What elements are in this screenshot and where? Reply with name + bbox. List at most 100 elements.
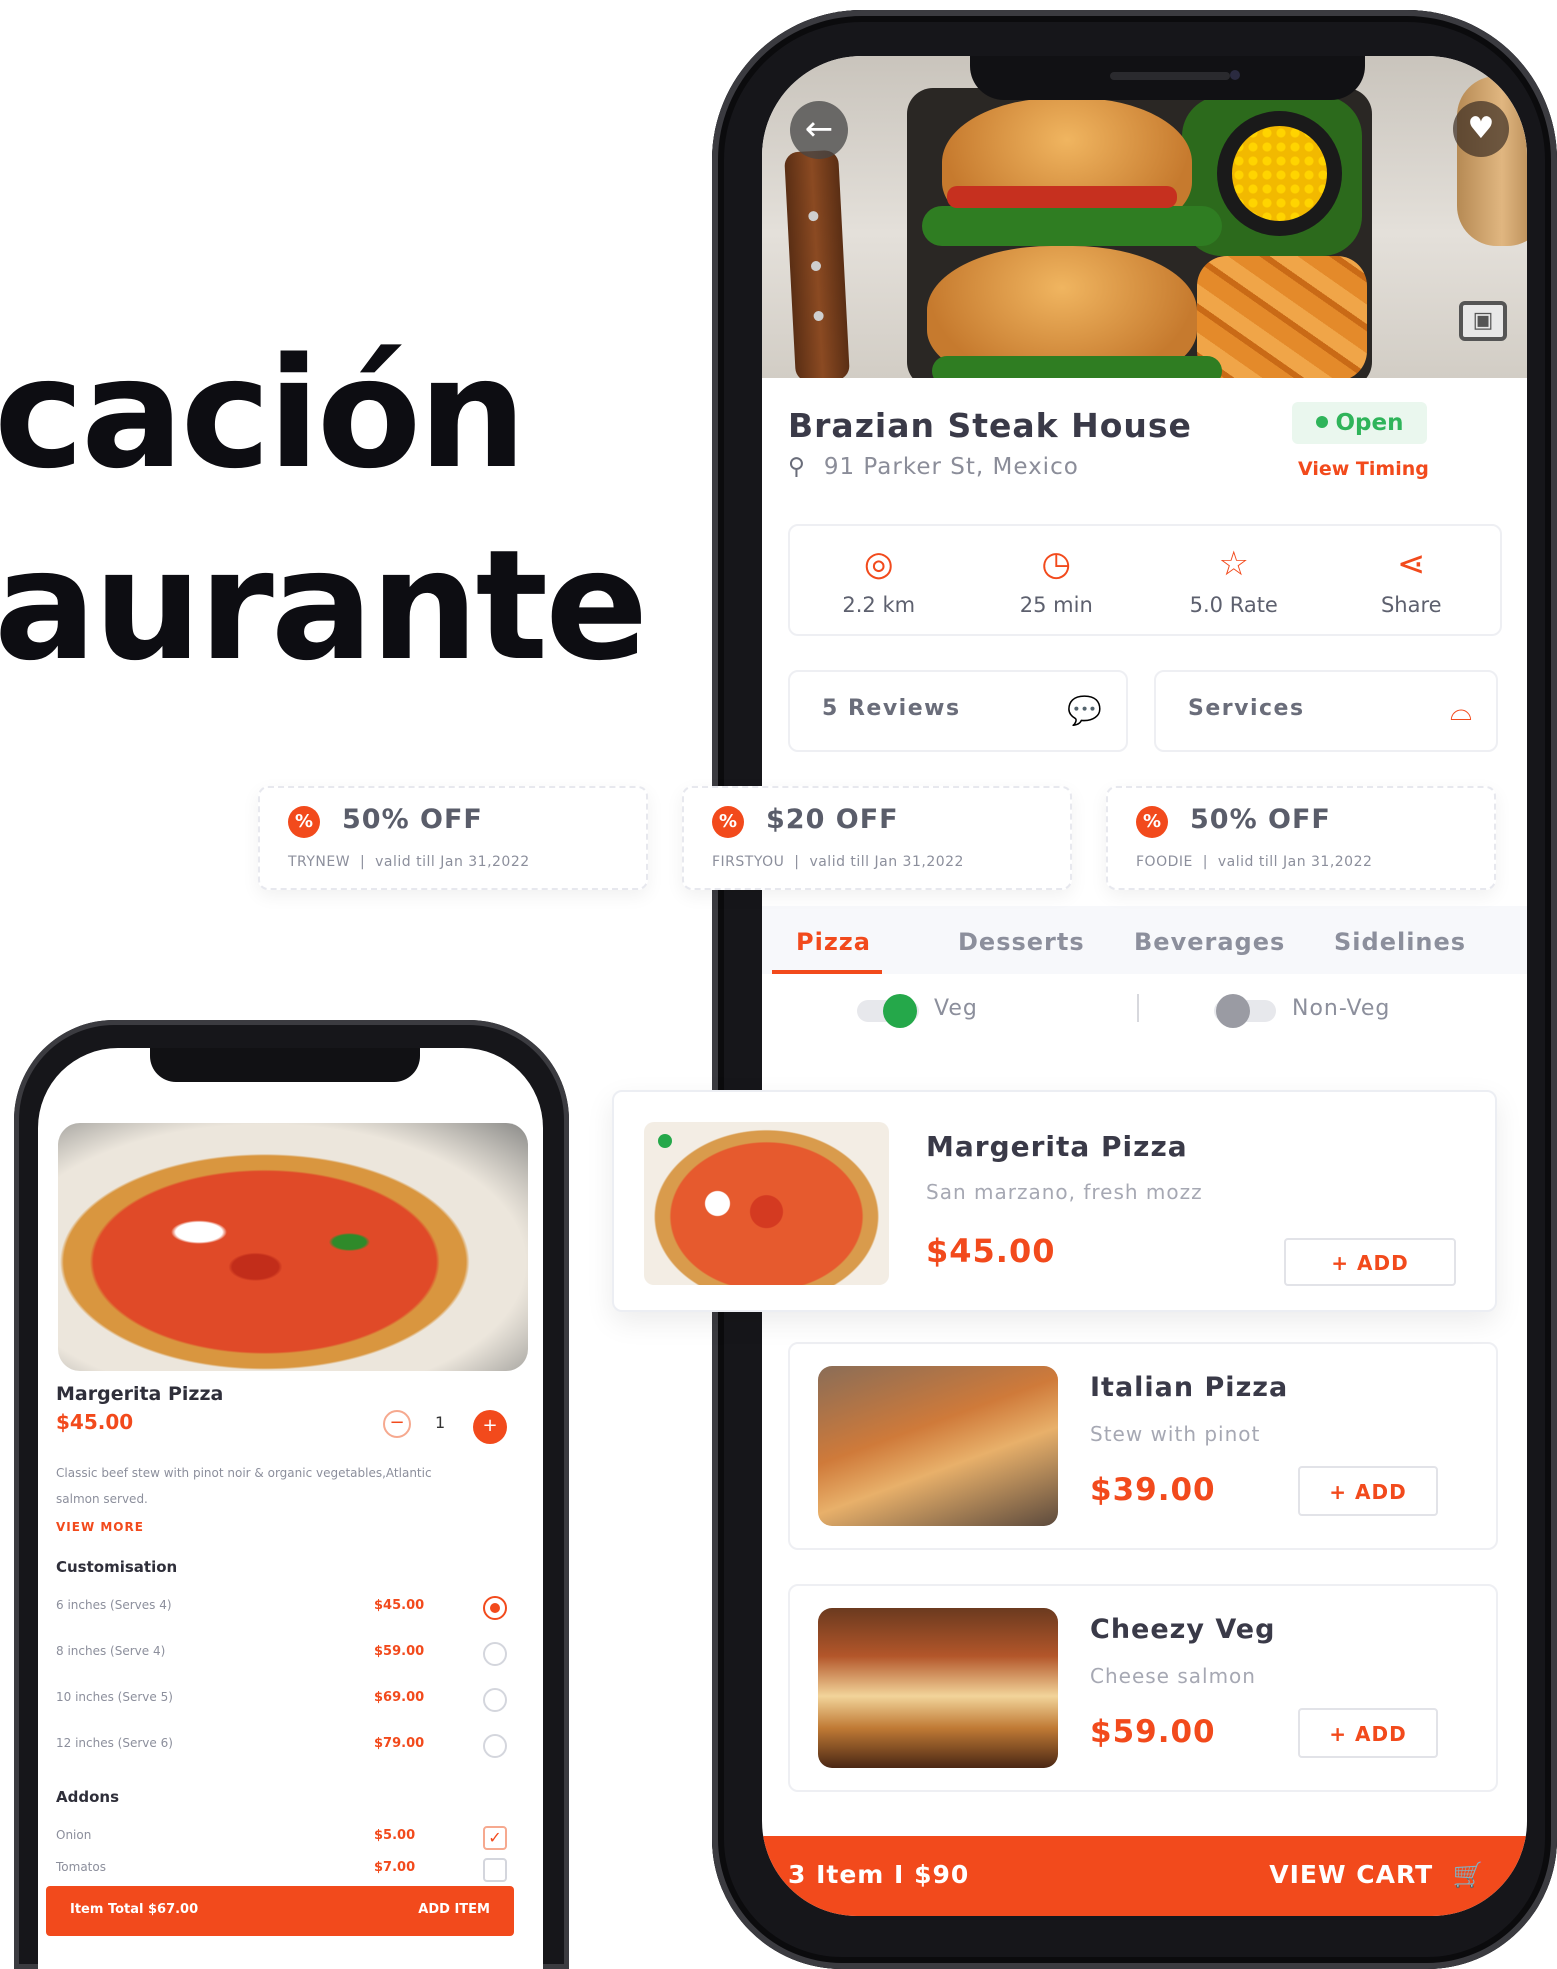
tab-sidelines[interactable]: Sidelines (1334, 928, 1466, 956)
size-radio[interactable] (483, 1596, 507, 1620)
item-price: $45.00 (926, 1232, 1056, 1270)
back-arrow-icon[interactable]: ← (790, 101, 848, 159)
discount-icon: % (1136, 806, 1168, 838)
item-description: San marzano, fresh mozz (926, 1180, 1203, 1204)
view-cart-button[interactable]: VIEW CART 🛒 (1269, 1860, 1485, 1890)
featured-item-card[interactable]: Margerita Pizza San marzano, fresh mozz … (612, 1090, 1497, 1312)
discount-icon: % (712, 806, 744, 838)
reviews-button[interactable]: 5 Reviews 💬 (788, 670, 1128, 752)
item-price: $59.00 (1090, 1714, 1216, 1750)
headline-line-1: cación (0, 325, 527, 502)
nonveg-label: Non-Veg (1292, 996, 1391, 1021)
item-image (818, 1366, 1058, 1526)
size-name: 8 inches (Serve 4) (56, 1644, 166, 1658)
customisation-title: Customisation (56, 1558, 178, 1576)
item-name: Cheezy Veg (1090, 1614, 1276, 1645)
coupon-details: FOODIE | valid till Jan 31,2022 (1136, 854, 1373, 870)
view-cart-label[interactable]: VIEW CART (1269, 1860, 1433, 1889)
size-option[interactable]: 12 inches (Serve 6) $79.00 (56, 1734, 507, 1760)
filter-divider (1137, 994, 1139, 1022)
tab-desserts[interactable]: Desserts (958, 928, 1085, 956)
pizza-image (58, 1123, 528, 1371)
view-more-link[interactable]: VIEW MORE (56, 1520, 144, 1534)
detail-description: Classic beef stew with pinot noir & orga… (56, 1466, 432, 1506)
item-image (818, 1608, 1058, 1768)
stat-label[interactable]: Share (1381, 593, 1442, 617)
size-name: 10 inches (Serve 5) (56, 1690, 173, 1704)
size-option[interactable]: 6 inches (Serves 4) $45.00 (56, 1596, 507, 1622)
size-radio[interactable] (483, 1734, 507, 1758)
diet-filters: Veg Non-Veg (762, 986, 1527, 1036)
active-tab-indicator (772, 970, 882, 974)
coupon-details: TRYNEW | valid till Jan 31,2022 (288, 854, 530, 870)
item-price: $39.00 (1090, 1472, 1216, 1508)
add-item-button[interactable]: + ADD (1284, 1238, 1456, 1286)
addon-option[interactable]: Tomatos $7.00 (56, 1858, 507, 1884)
plus-icon[interactable]: + (473, 1410, 507, 1444)
coupon-code: FOODIE (1136, 854, 1193, 870)
headline-line-2: aurante (0, 517, 648, 694)
phone-speaker (1110, 72, 1230, 80)
coupon-card[interactable]: % 50% OFF FOODIE | valid till Jan 31,202… (1106, 786, 1496, 890)
size-radio[interactable] (483, 1688, 507, 1712)
nonveg-toggle[interactable] (1214, 994, 1276, 1028)
services-label: Services (1188, 696, 1305, 721)
addon-price: $7.00 (374, 1860, 416, 1875)
add-item-button[interactable]: + ADD (1298, 1466, 1438, 1516)
add-item-button[interactable]: + ADD (1298, 1708, 1438, 1758)
heart-icon[interactable]: ♥ (1453, 101, 1509, 157)
stat-time: ◷ 25 min (968, 526, 1146, 634)
item-name: Margerita Pizza (926, 1130, 1188, 1163)
restaurant-hero-image: ← ♥ ▣ (762, 56, 1527, 378)
services-button[interactable]: Services ⌓ (1154, 670, 1498, 752)
stat-label: 5.0 Rate (1189, 593, 1278, 617)
item-image (644, 1122, 889, 1285)
minus-icon[interactable]: − (383, 1410, 411, 1438)
size-option[interactable]: 8 inches (Serve 4) $59.00 (56, 1642, 507, 1668)
add-item-bar[interactable]: Item Total $67.00 ADD ITEM (46, 1886, 514, 1936)
restaurant-address: ⚲ 91 Parker St, Mexico (788, 454, 1079, 480)
coupon-code: FIRSTYOU (712, 854, 785, 870)
addon-checkbox[interactable]: ✓ (483, 1826, 507, 1850)
quantity-stepper: − 1 + (383, 1410, 513, 1444)
share-icon[interactable]: ⋖ (1397, 543, 1426, 585)
tab-pizza[interactable]: Pizza (796, 928, 871, 956)
cart-bar[interactable]: 3 Item I $90 VIEW CART 🛒 (762, 1836, 1527, 1916)
menu-item-card[interactable]: Cheezy Veg Cheese salmon $59.00 + ADD (788, 1584, 1498, 1792)
discount-icon: % (288, 806, 320, 838)
tab-beverages[interactable]: Beverages (1134, 928, 1285, 956)
size-name: 6 inches (Serves 4) (56, 1598, 172, 1612)
size-price: $59.00 (374, 1644, 425, 1659)
size-radio[interactable] (483, 1642, 507, 1666)
coupon-validity: valid till Jan 31,2022 (1217, 854, 1373, 870)
status-dot-icon (1315, 416, 1328, 428)
addon-price: $5.00 (374, 1828, 416, 1843)
coupon-card[interactable]: % 50% OFF TRYNEW | valid till Jan 31,202… (258, 786, 648, 890)
address-text: 91 Parker St, Mexico (823, 454, 1079, 480)
restaurant-screen: ← ♥ ▣ Brazian Steak House ⚲ 91 Parker St,… (762, 56, 1527, 1916)
size-option[interactable]: 10 inches (Serve 5) $69.00 (56, 1688, 507, 1714)
star-icon: ☆ (1218, 544, 1249, 584)
restaurant-stats: ◎ 2.2 km ◷ 25 min ☆ 5.0 Rate ⋖ Share (788, 524, 1502, 636)
gallery-icon[interactable]: ▣ (1459, 301, 1507, 341)
menu-item-card[interactable]: Italian Pizza Stew with pinot $39.00 + A… (788, 1342, 1498, 1550)
item-description: Cheese salmon (1090, 1664, 1256, 1688)
restaurant-name: Brazian Steak House (788, 406, 1192, 445)
detail-price: $45.00 (56, 1410, 134, 1434)
veg-toggle[interactable] (857, 994, 919, 1028)
coupon-card[interactable]: % $20 OFF FIRSTYOU | valid till Jan 31,2… (682, 786, 1072, 890)
coupon-title: $20 OFF (766, 804, 899, 835)
stat-share[interactable]: ⋖ Share (1323, 526, 1501, 634)
addon-name: Tomatos (56, 1860, 106, 1874)
view-timing-link[interactable]: View Timing (1298, 458, 1429, 480)
item-description: Stew with pinot (1090, 1422, 1261, 1446)
size-price: $69.00 (374, 1690, 425, 1705)
size-price: $79.00 (374, 1736, 425, 1751)
add-item-button[interactable]: ADD ITEM (418, 1902, 490, 1917)
coupon-details: FIRSTYOU | valid till Jan 31,2022 (712, 854, 964, 870)
detail-title: Margerita Pizza (56, 1383, 224, 1405)
phone-notch (150, 1048, 420, 1082)
coupon-validity: valid till Jan 31,2022 (809, 854, 964, 870)
addon-checkbox[interactable] (483, 1858, 507, 1882)
addon-option[interactable]: Onion $5.00 ✓ (56, 1826, 507, 1852)
